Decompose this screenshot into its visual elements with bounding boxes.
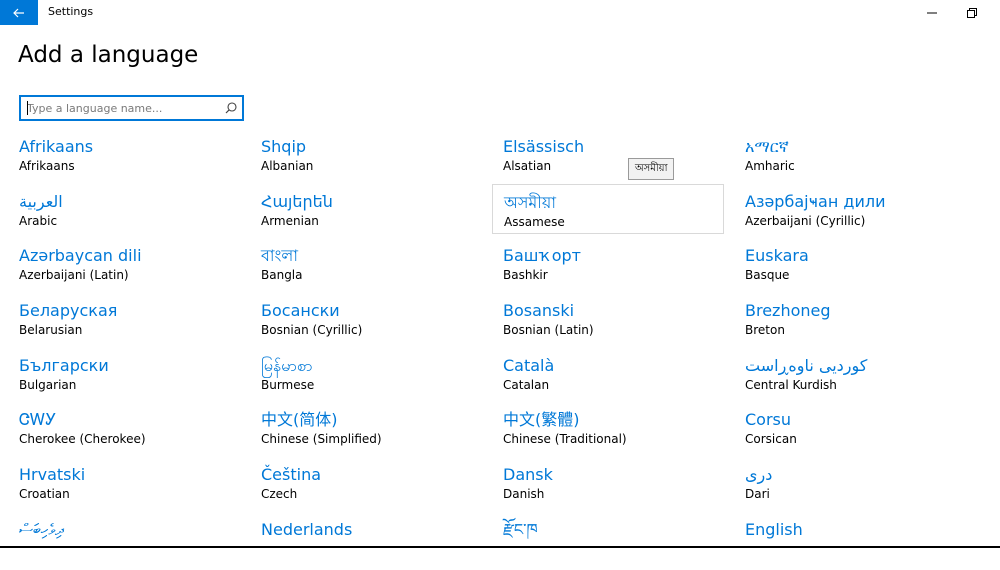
language-native-name: অসমীয়া [504,193,556,212]
language-native-name: Dansk [503,465,553,484]
language-english-name: Burmese [261,378,315,392]
language-item[interactable]: Shqip Albanian [261,137,493,187]
language-english-name: Chinese (Traditional) [503,432,627,446]
language-english-name: Bangla [261,268,303,282]
language-native-name: Hrvatski [19,465,86,484]
language-english-name: Armenian [261,214,319,228]
language-item[interactable]: ᏣᎳᎩ Cherokee (Cherokee) [19,410,251,460]
language-native-name: 中文(简体) [261,410,338,429]
language-item[interactable]: Башҡорт Bashkir [503,246,735,296]
language-native-name: دری [745,465,773,484]
language-native-name: မြန်မာစာ [261,356,313,375]
language-english-name: Azerbaijani (Cyrillic) [745,214,866,228]
language-grid: Afrikaans Afrikaans Shqip Albanian Elsässisc… [0,0,1000,548]
language-item[interactable]: አማርኛ Amharic [745,137,977,187]
language-item[interactable]: ދިވެހިބަސް [19,520,251,570]
language-item[interactable]: Bosanski Bosnian (Latin) [503,301,735,351]
language-english-name: Assamese [504,215,565,229]
language-native-name: Nederlands [261,520,353,539]
language-english-name: Bosnian (Cyrillic) [261,323,363,337]
language-item[interactable]: Nederlands [261,520,493,570]
language-native-name: Català [503,356,555,375]
language-item[interactable]: Български Bulgarian [19,356,251,406]
language-item[interactable]: မြန်မာစာ Burmese [261,356,493,406]
language-english-name: Dari [745,487,770,501]
language-native-name: 中文(繁體) [503,410,580,429]
language-item[interactable]: 中文(简体) Chinese (Simplified) [261,410,493,460]
language-english-name: Bulgarian [19,378,77,392]
language-english-name: Danish [503,487,545,501]
language-item[interactable]: Čeština Czech [261,465,493,515]
language-english-name: Arabic [19,214,58,228]
language-native-name: Corsu [745,410,792,429]
language-english-name: Catalan [503,378,550,392]
language-native-name: Čeština [261,465,322,484]
language-item[interactable]: རྫོང་ཁ [503,520,735,570]
language-item[interactable]: العربية Arabic [19,192,251,242]
language-item[interactable]: বাংলা Bangla [261,246,493,296]
language-item[interactable]: Հայերեն Armenian [261,192,493,242]
language-item[interactable]: دری Dari [745,465,977,515]
language-english-name: Bashkir [503,268,548,282]
language-english-name: Croatian [19,487,70,501]
language-english-name: Azerbaijani (Latin) [19,268,129,282]
language-english-name: Bosnian (Latin) [503,323,594,337]
language-native-name: Afrikaans [19,137,94,156]
language-english-name: Alsatian [503,159,552,173]
language-item[interactable]: Hrvatski Croatian [19,465,251,515]
language-english-name: Belarusian [19,323,83,337]
language-english-name: Chinese (Simplified) [261,432,382,446]
language-english-name: Albanian [261,159,314,173]
language-english-name: Corsican [745,432,797,446]
language-item[interactable]: Беларуская Belarusian [19,301,251,351]
language-item[interactable]: Euskara Basque [745,246,977,296]
language-native-name: Shqip [261,137,307,156]
language-native-name: ᏣᎳᎩ [19,410,57,429]
language-item[interactable]: Elsässisch Alsatian [503,137,735,187]
language-item[interactable]: کوردیی ناوەڕاست Central Kurdish [745,356,977,406]
language-native-name: ދިވެހިބަސް [19,520,64,539]
language-item[interactable]: Azərbaycan dili Azerbaijani (Latin) [19,246,251,296]
language-item[interactable]: 中文(繁體) Chinese (Traditional) [503,410,735,460]
language-native-name: Azərbaycan dili [19,246,142,265]
language-item[interactable]: অসমীয়া Assamese [492,184,724,234]
language-item[interactable]: Босански Bosnian (Cyrillic) [261,301,493,351]
language-native-name: Bosanski [503,301,575,320]
language-native-name: کوردیی ناوەڕاست [745,356,868,375]
language-native-name: Euskara [745,246,809,265]
language-native-name: Беларуская [19,301,118,320]
language-english-name: Breton [745,323,785,337]
language-item[interactable]: Азәрбајҹан дили Azerbaijani (Cyrillic) [745,192,977,242]
language-native-name: English [745,520,803,539]
language-english-name: Central Kurdish [745,378,837,392]
language-native-name: বাংলা [261,246,298,265]
language-english-name: Basque [745,268,790,282]
language-english-name: Czech [261,487,298,501]
language-english-name: Cherokee (Cherokee) [19,432,146,446]
language-native-name: Brezhoneg [745,301,831,320]
language-native-name: Башҡорт [503,246,581,265]
language-native-name: Български [19,356,109,375]
language-english-name: Afrikaans [19,159,75,173]
language-native-name: རྫོང་ཁ [503,520,538,539]
language-item[interactable]: Dansk Danish [503,465,735,515]
language-native-name: Հայերեն [261,192,333,211]
language-native-name: العربية [19,192,63,211]
language-item[interactable]: Afrikaans Afrikaans [19,137,251,187]
language-item[interactable]: English [745,520,977,570]
language-native-name: Босански [261,301,340,320]
tooltip: অসমীয়া [628,158,675,180]
language-item[interactable]: Català Catalan [503,356,735,406]
language-native-name: አማርኛ [745,137,789,156]
language-english-name: Amharic [745,159,795,173]
language-native-name: Азәрбајҹан дили [745,192,886,211]
language-item[interactable]: Brezhoneg Breton [745,301,977,351]
language-item[interactable]: Corsu Corsican [745,410,977,460]
language-native-name: Elsässisch [503,137,585,156]
